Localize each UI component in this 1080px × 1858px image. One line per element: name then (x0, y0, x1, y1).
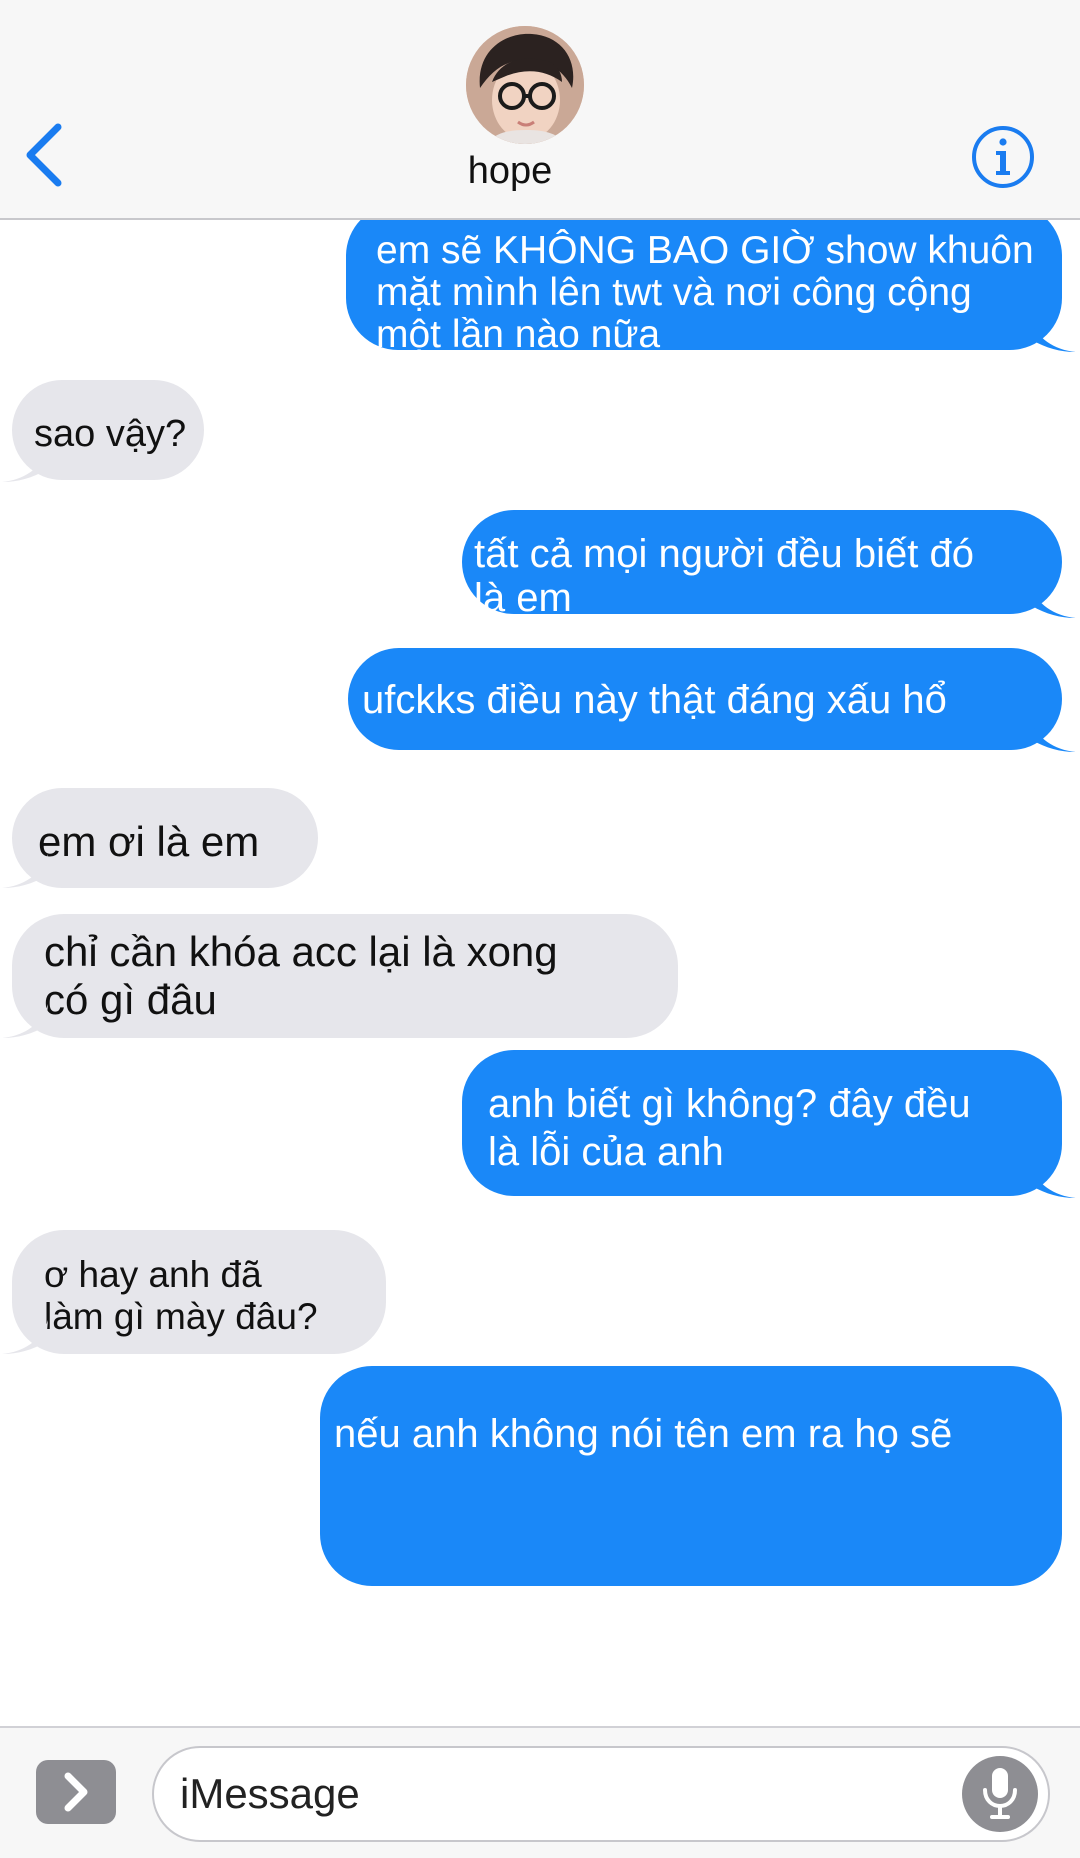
message-field[interactable] (152, 1746, 1050, 1842)
message-bubble-received[interactable]: em ơi là em (12, 788, 318, 888)
apps-button[interactable] (36, 1760, 116, 1824)
imessage-screen: hope em sẽ KHÔNG BAO GIỜ show khuôn mặt … (0, 0, 1080, 1858)
bubble-tail (1030, 1164, 1076, 1198)
info-circle-icon (972, 126, 1034, 188)
message-bubble-sent[interactable]: anh biết gì không? đây đều là lỗi của an… (462, 1050, 1062, 1196)
message-text: ơ hay anh đã làm gì mày đâu? (44, 1254, 318, 1337)
back-button[interactable] (14, 120, 74, 190)
message-text: ufckks điều này thật đáng xấu hổ (362, 678, 947, 722)
message-bubble-sent[interactable]: em sẽ KHÔNG BAO GIỜ show khuôn mặt mình … (346, 220, 1062, 356)
bubble-tail (2, 1320, 48, 1354)
conversation-header: hope (0, 0, 1080, 220)
message-input[interactable] (180, 1762, 940, 1826)
bubble-tail (2, 448, 48, 482)
message-thread: em sẽ KHÔNG BAO GIỜ show khuôn mặt mình … (0, 220, 1080, 1726)
avatar[interactable] (466, 26, 584, 144)
compose-bar (0, 1726, 1080, 1858)
message-text: chỉ cần khóa acc lại là xong có gì đâu (44, 928, 558, 1023)
message-bubble-received[interactable]: ơ hay anh đã làm gì mày đâu? (12, 1230, 386, 1354)
bubble-tail (1030, 318, 1076, 352)
message-bubble-sent[interactable]: nếu anh không nói tên em ra họ sẽ (320, 1366, 1062, 1586)
message-bubble-sent[interactable]: tất cả mọi người đều biết đó là em (462, 510, 1062, 620)
message-text: sao vậy? (34, 413, 187, 455)
message-text: em sẽ KHÔNG BAO GIỜ show khuôn mặt mình … (376, 229, 1034, 356)
message-bubble-sent[interactable]: ufckks điều này thật đáng xấu hổ (348, 648, 1062, 750)
bubble-tail (2, 1004, 48, 1038)
dictation-button[interactable] (962, 1756, 1038, 1832)
bubble-tail (2, 854, 48, 888)
message-text: em ơi là em (38, 818, 260, 865)
chevron-left-icon (26, 123, 62, 187)
bubble-tail (1030, 718, 1076, 752)
message-text: tất cả mọi người đều biết đó là em (474, 532, 974, 620)
message-bubble-received[interactable]: chỉ cần khóa acc lại là xong có gì đâu (12, 914, 678, 1038)
microphone-icon (983, 1768, 1017, 1819)
message-text: nếu anh không nói tên em ra họ sẽ (334, 1412, 953, 1456)
bubble-tail (1030, 584, 1076, 618)
chevron-right-icon (64, 1772, 88, 1812)
contact-photo (466, 26, 584, 144)
contact-name[interactable]: hope (340, 150, 680, 193)
info-button[interactable] (970, 124, 1036, 190)
message-text: anh biết gì không? đây đều là lỗi của an… (488, 1082, 971, 1174)
